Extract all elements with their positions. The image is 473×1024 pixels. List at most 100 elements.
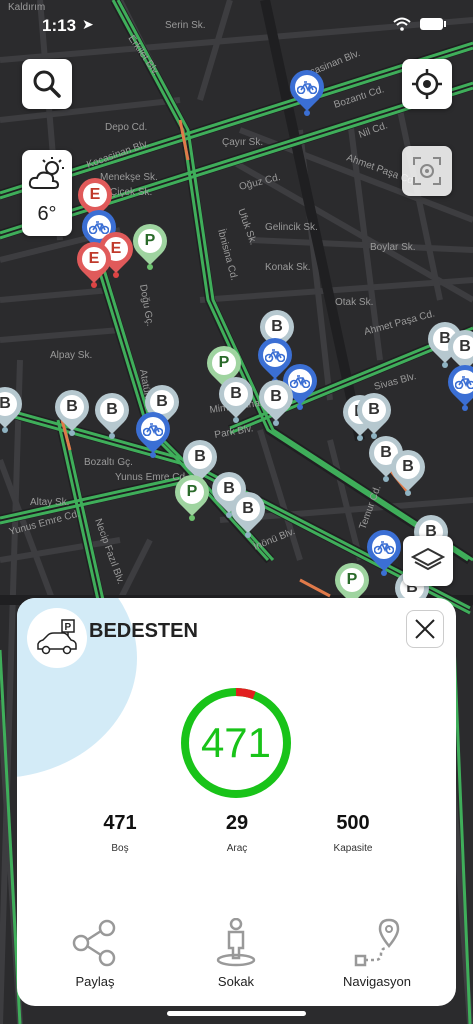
pin-label: E [83, 183, 107, 207]
temperature-text: 6° [37, 203, 57, 225]
street-label: Alpay Sk. [50, 350, 92, 361]
bike-station-pin[interactable] [440, 357, 473, 411]
street-view-label: Sokak [217, 974, 255, 989]
bus-stop-pin[interactable]: B [251, 372, 301, 426]
navigation-label: Navigasyon [343, 974, 411, 989]
navigation-button[interactable]: Navigasyon [317, 918, 437, 989]
pin-anchor [233, 417, 239, 423]
layers-icon [411, 547, 445, 571]
pin-label: P [212, 351, 236, 375]
crosshair-icon [412, 69, 442, 99]
pin-anchor [405, 490, 411, 496]
search-icon [33, 70, 61, 98]
pin-label: B [362, 398, 386, 422]
share-label: Paylaş [75, 974, 115, 989]
parking-detail-card: P BEDESTEN 471 471 Boş 29 Araç 500 Kapas… [17, 598, 456, 1006]
stat-capacity-value: 500 [336, 812, 370, 834]
pin-anchor [462, 405, 468, 411]
pin-anchor [297, 404, 303, 410]
bus-stop-pin[interactable]: B [0, 379, 30, 433]
stat-free-label: Boş [111, 843, 129, 854]
street-label: Altay Sk. [30, 497, 69, 508]
parking-pin[interactable]: P [167, 467, 217, 521]
street-view-button[interactable]: Sokak [176, 918, 296, 989]
bus-stop-pin[interactable]: B [87, 385, 137, 439]
action-bar: Paylaş Sokak Navigasyon [17, 918, 456, 998]
parking-name: BEDESTEN [89, 620, 198, 642]
pin-anchor [150, 452, 156, 458]
bike-station-pin[interactable] [128, 404, 178, 458]
pin-label: B [264, 385, 288, 409]
pin-anchor [245, 532, 251, 538]
pin-anchor [2, 427, 8, 433]
close-icon [415, 619, 435, 639]
pin-anchor [69, 430, 75, 436]
street-view-icon [216, 918, 256, 967]
pin-label: E [82, 247, 106, 271]
bus-stop-pin[interactable]: B [47, 382, 97, 436]
parking-pin[interactable]: P [125, 216, 175, 270]
bus-stop-pin[interactable]: B [349, 385, 399, 439]
car-parking-icon: P [37, 619, 77, 655]
navigation-route-icon [354, 918, 400, 967]
pin-anchor [304, 110, 310, 116]
partly-cloudy-icon [28, 157, 64, 189]
status-bar: 1:13 ➤ [0, 0, 473, 48]
location-arrow-icon: ➤ [82, 16, 94, 32]
pin-label: P [340, 568, 364, 592]
status-time: 1:13 [42, 16, 77, 35]
wifi-icon [393, 17, 411, 31]
bicycle-icon [295, 75, 319, 99]
stat-vehicles-label: Araç [226, 843, 248, 854]
stat-capacity: 500 Kapasite [303, 812, 403, 854]
pin-anchor [109, 433, 115, 439]
pin-anchor [189, 515, 195, 521]
share-icon [72, 919, 116, 967]
pin-label: B [60, 395, 84, 419]
pin-label: B [224, 382, 248, 406]
close-button[interactable] [406, 610, 444, 648]
stat-capacity-label: Kapasite [333, 843, 373, 854]
gauge-value: 471 [200, 719, 272, 766]
home-indicator [167, 1011, 306, 1016]
street-label: Konak Sk. [265, 262, 311, 273]
street-label: Çayır Sk. [222, 137, 263, 148]
bus-stop-pin[interactable]: B [223, 484, 273, 538]
bicycle-icon [453, 370, 473, 394]
street-label: Çiçek Sk. [110, 187, 152, 198]
bicycle-icon [372, 535, 396, 559]
bicycle-icon [141, 417, 165, 441]
street-label: Gelincik Sk. [265, 222, 318, 233]
bus-stop-pin[interactable]: B [211, 369, 261, 423]
pin-anchor [383, 476, 389, 482]
svg-text:P: P [65, 622, 72, 633]
bike-station-pin[interactable] [282, 62, 332, 116]
recenter-button[interactable] [402, 146, 452, 196]
pin-anchor [91, 282, 97, 288]
stat-vehicles-value: 29 [225, 812, 249, 834]
pin-anchor [113, 272, 119, 278]
parking-lot-logo: P [27, 608, 87, 668]
pin-label: B [100, 398, 124, 422]
street-label: Otak Sk. [335, 297, 373, 308]
stat-free-value: 471 [103, 812, 137, 834]
street-label: Bozaltı Gç. [84, 457, 133, 468]
charging-station-pin[interactable]: E [69, 234, 119, 288]
pin-label: P [180, 480, 204, 504]
pin-label: B [150, 390, 174, 414]
pin-anchor [381, 570, 387, 576]
pin-label: B [236, 497, 260, 521]
street-label: Boylar Sk. [370, 242, 416, 253]
search-button[interactable] [22, 59, 72, 109]
stat-free: 471 Boş [70, 812, 170, 854]
bike-station-pin[interactable] [359, 522, 409, 576]
pin-anchor [273, 420, 279, 426]
focus-frame-icon [413, 157, 441, 185]
my-location-button[interactable] [402, 59, 452, 109]
weather-widget[interactable]: 6° [22, 150, 72, 236]
pin-label: B [396, 455, 420, 479]
stat-vehicles: 29 Araç [187, 812, 287, 854]
bus-stop-pin[interactable]: B [383, 442, 433, 496]
share-button[interactable]: Paylaş [35, 918, 155, 989]
map-layers-button[interactable] [403, 536, 453, 586]
